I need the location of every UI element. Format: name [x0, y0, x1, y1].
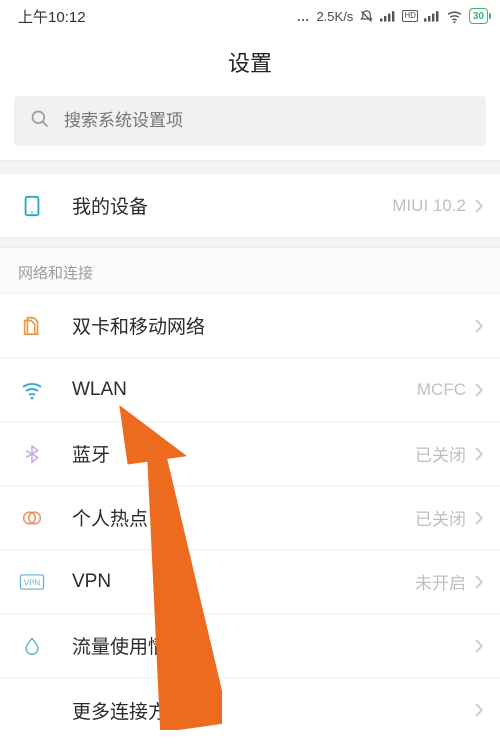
net-speed: 2.5K/s [316, 9, 353, 24]
value: MCFC [417, 380, 466, 400]
label: 我的设备 [72, 192, 148, 219]
search-icon [30, 109, 50, 134]
label: 更多连接方式 [72, 697, 186, 724]
label: 双卡和移动网络 [72, 312, 205, 339]
row-data-usage[interactable]: 流量使用情况 [0, 614, 500, 678]
phone-icon [18, 192, 46, 220]
drop-icon [18, 632, 46, 660]
svg-text:VPN: VPN [24, 578, 41, 587]
status-right: … 2.5K/s HD 30 [296, 8, 488, 25]
row-sim[interactable]: 双卡和移动网络 [0, 294, 500, 358]
hd-icon: HD [402, 10, 418, 22]
label: VPN [72, 571, 111, 593]
label: 蓝牙 [72, 440, 110, 467]
value: 已关闭 [415, 441, 466, 466]
value: 已关闭 [415, 505, 466, 530]
section-gap [0, 238, 500, 248]
row-hotspot[interactable]: 个人热点 已关闭 [0, 486, 500, 550]
chevron-right-icon [474, 198, 484, 214]
signal-icon [380, 10, 396, 22]
row-my-device[interactable]: 我的设备 MIUI 10.2 [0, 174, 500, 238]
chevron-right-icon [474, 510, 484, 526]
battery-icon: 30 [469, 8, 488, 24]
signal2-icon [424, 10, 440, 22]
bluetooth-icon [18, 440, 46, 468]
status-bar: 上午10:12 … 2.5K/s HD 30 [0, 0, 500, 32]
value: MIUI 10.2 [392, 196, 466, 216]
vpn-icon: VPN [18, 568, 46, 596]
label: 个人热点 [72, 504, 148, 531]
wifi-icon [446, 8, 463, 25]
search-bar[interactable] [14, 96, 486, 146]
status-time: 上午10:12 [18, 6, 86, 27]
row-more-connections[interactable]: 更多连接方式 [0, 678, 500, 742]
row-wlan[interactable]: WLAN MCFC [0, 358, 500, 422]
chevron-right-icon [474, 638, 484, 654]
chevron-right-icon [474, 318, 484, 334]
dnd-icon [359, 9, 374, 24]
row-vpn[interactable]: VPN VPN 未开启 [0, 550, 500, 614]
label: 流量使用情况 [72, 632, 186, 659]
section-gap [0, 160, 500, 174]
wifi-icon [18, 376, 46, 404]
section-header-network: 网络和连接 [0, 248, 500, 294]
sim-icon [18, 312, 46, 340]
chevron-right-icon [474, 574, 484, 590]
more-dots-icon: … [296, 9, 310, 24]
chevron-right-icon [474, 702, 484, 718]
hotspot-icon [18, 504, 46, 532]
chevron-right-icon [474, 382, 484, 398]
label: WLAN [72, 379, 127, 401]
value: 未开启 [415, 569, 466, 594]
chevron-right-icon [474, 446, 484, 462]
search-input[interactable] [64, 111, 470, 131]
row-bluetooth[interactable]: 蓝牙 已关闭 [0, 422, 500, 486]
page-title: 设置 [0, 32, 500, 96]
